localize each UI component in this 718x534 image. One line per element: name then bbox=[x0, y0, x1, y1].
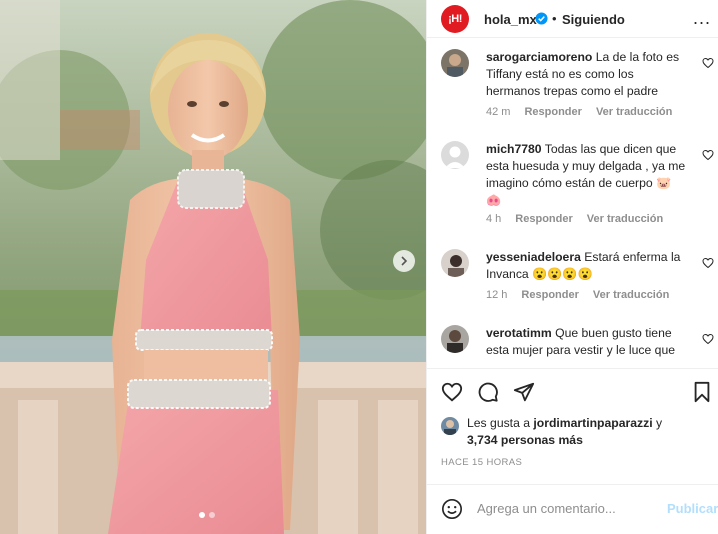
header-separator: • bbox=[552, 11, 557, 26]
comment-time: 4 h bbox=[486, 213, 502, 225]
commenter-avatar[interactable] bbox=[441, 49, 469, 77]
likes-count-link[interactable]: 3,734 personas más bbox=[467, 433, 583, 447]
likes-prefix: Les gusta a bbox=[467, 416, 534, 430]
account-avatar[interactable]: ¡H! bbox=[441, 5, 469, 33]
translate-button[interactable]: Ver traducción bbox=[593, 289, 669, 301]
comment-text: mich7780 Todas las que dicen que esta hu… bbox=[486, 141, 686, 209]
commenter-avatar[interactable] bbox=[441, 249, 469, 277]
post-timestamp[interactable]: HACE 15 HORAS bbox=[441, 457, 522, 468]
translate-button[interactable]: Ver traducción bbox=[596, 106, 672, 118]
liker-avatar[interactable] bbox=[441, 417, 459, 435]
comment-meta: 12 h Responder Ver traducción bbox=[486, 289, 669, 301]
bookmark-icon[interactable] bbox=[691, 381, 713, 403]
commenter-avatar[interactable] bbox=[441, 325, 469, 353]
comment-input[interactable] bbox=[477, 497, 657, 519]
post-side-panel: ¡H! hola_mx • Siguiendo ... sarogarciamo… bbox=[426, 0, 718, 534]
post-header: ¡H! hola_mx • Siguiendo ... bbox=[427, 0, 718, 38]
more-options-button[interactable]: ... bbox=[693, 8, 711, 29]
post-media[interactable] bbox=[0, 0, 426, 534]
comment-bubble-icon[interactable] bbox=[477, 381, 499, 403]
comment-text: yesseniadeloera Estará enferma la Invanc… bbox=[486, 249, 686, 283]
carousel-dot-1 bbox=[199, 512, 205, 518]
like-comment-heart-icon[interactable] bbox=[702, 149, 714, 161]
add-comment-bar: Publicar bbox=[427, 484, 718, 534]
comment-text: sarogarciamoreno La de la foto es Tiffan… bbox=[486, 49, 686, 100]
carousel-dot-2 bbox=[209, 512, 215, 518]
comment-username[interactable]: mich7780 bbox=[486, 142, 542, 156]
comment-username[interactable]: yesseniadeloera bbox=[486, 250, 581, 264]
commenter-avatar[interactable] bbox=[441, 141, 469, 169]
liker-username[interactable]: jordimartinpaparazzi bbox=[533, 416, 652, 430]
comment-meta: 42 m Responder Ver traducción bbox=[486, 106, 672, 118]
emoji-smiley-icon[interactable] bbox=[441, 498, 463, 520]
post-actions-bar bbox=[427, 368, 718, 414]
comment-text: verotatimm Que buen gusto tiene esta muj… bbox=[486, 325, 686, 359]
reply-button[interactable]: Responder bbox=[524, 106, 581, 118]
like-comment-heart-icon[interactable] bbox=[702, 57, 714, 69]
post-photo bbox=[0, 0, 426, 534]
carousel-indicator bbox=[199, 512, 215, 518]
following-button[interactable]: Siguiendo bbox=[562, 12, 625, 27]
chevron-right-icon bbox=[401, 256, 408, 266]
account-username[interactable]: hola_mx bbox=[484, 12, 537, 27]
comment-time: 42 m bbox=[486, 106, 511, 118]
reply-button[interactable]: Responder bbox=[515, 213, 572, 225]
verified-badge-icon bbox=[535, 12, 548, 25]
like-comment-heart-icon[interactable] bbox=[702, 257, 714, 269]
publish-button[interactable]: Publicar bbox=[667, 501, 718, 516]
like-heart-icon[interactable] bbox=[441, 381, 463, 403]
share-paper-plane-icon[interactable] bbox=[513, 381, 535, 403]
comment-username[interactable]: verotatimm bbox=[486, 326, 552, 340]
like-comment-heart-icon[interactable] bbox=[702, 333, 714, 345]
comment-time: 12 h bbox=[486, 289, 508, 301]
carousel-next-button[interactable] bbox=[393, 250, 415, 272]
comment-meta: 4 h Responder Ver traducción bbox=[486, 213, 663, 225]
reply-button[interactable]: Responder bbox=[521, 289, 578, 301]
comment-username[interactable]: sarogarciamoreno bbox=[486, 50, 592, 64]
translate-button[interactable]: Ver traducción bbox=[587, 213, 663, 225]
likes-conj: y bbox=[652, 416, 663, 430]
comments-list[interactable]: sarogarciamoreno La de la foto es Tiffan… bbox=[427, 39, 718, 367]
